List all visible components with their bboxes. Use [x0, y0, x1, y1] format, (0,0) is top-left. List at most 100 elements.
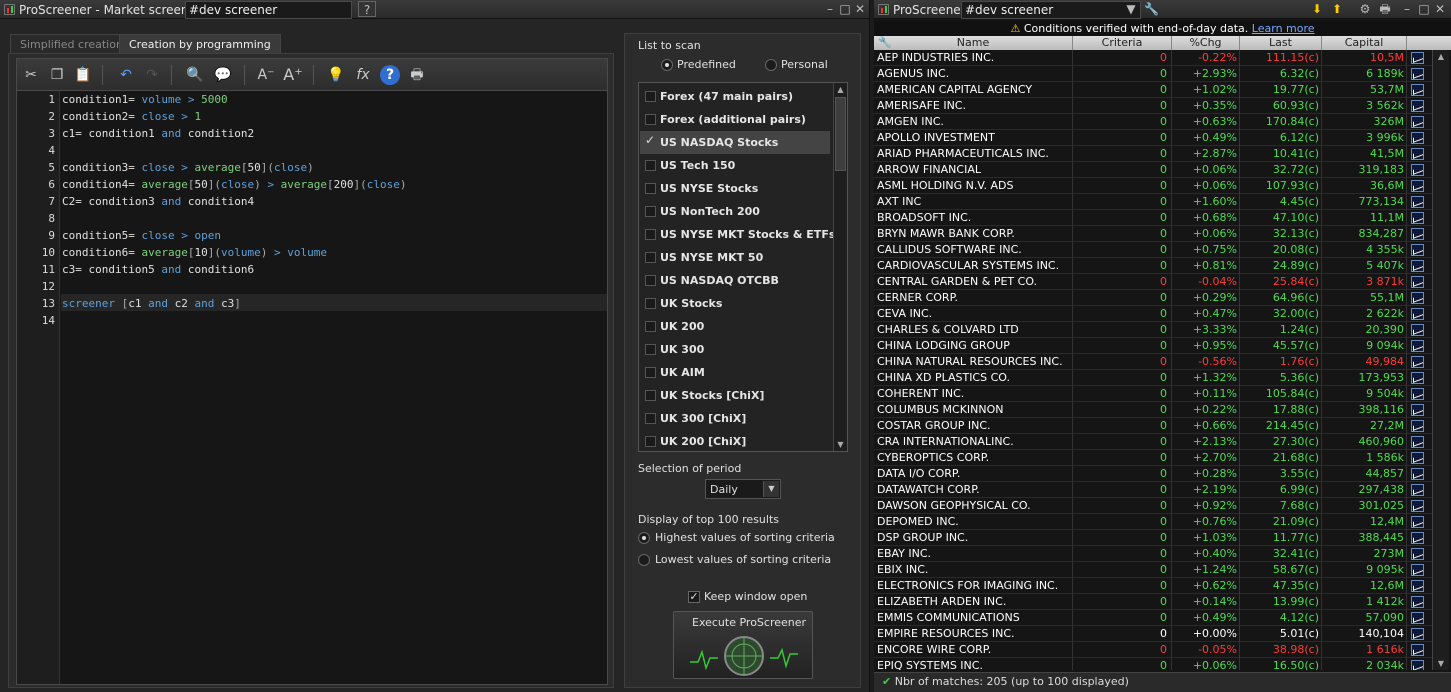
table-row[interactable]: ARIAD PHARMACEUTICALS INC. 0 +2.87% 10.41(c…	[874, 146, 1434, 162]
scan-list-item[interactable]: ✓ US NASDAQ Stocks	[640, 131, 830, 154]
chart-icon[interactable]	[1409, 290, 1426, 306]
print-icon[interactable]: 🖶	[407, 65, 427, 85]
table-row[interactable]: CYBEROPTICS CORP. 0 +2.70% 21.68(c) 1 586k	[874, 450, 1434, 466]
scan-list-item[interactable]: US NonTech 200	[640, 200, 830, 223]
minimize-icon[interactable]: –	[823, 1, 837, 17]
screener-name-input[interactable]: #dev screener	[185, 1, 352, 19]
predefined-radio[interactable]	[661, 59, 673, 71]
item-checkbox[interactable]	[645, 298, 656, 309]
close-icon[interactable]: ✕	[853, 1, 867, 17]
chevron-down-icon[interactable]: ▼	[1124, 1, 1138, 17]
item-checkbox[interactable]	[645, 436, 656, 447]
table-row[interactable]: AMGEN INC. 0 +0.63% 170.84(c) 326M	[874, 114, 1434, 130]
item-checkbox[interactable]	[645, 344, 656, 355]
code-line[interactable]: c1= condition1 and condition2	[62, 127, 254, 140]
tab-creation-by-programming[interactable]: Creation by programming	[119, 34, 281, 54]
table-row[interactable]: COSTAR GROUP INC. 0 +0.66% 214.45(c) 27,2M	[874, 418, 1434, 434]
item-checkbox[interactable]	[645, 321, 656, 332]
table-row[interactable]: ARROW FINANCIAL 0 +0.06% 32.72(c) 319,183	[874, 162, 1434, 178]
scan-list-item[interactable]: US Tech 150	[640, 154, 830, 177]
sort-down-icon[interactable]: ⬇	[1310, 1, 1324, 17]
scroll-up-icon[interactable]: ▲	[1433, 50, 1449, 63]
column-name[interactable]: 🔧 Name	[874, 36, 1073, 50]
chart-icon[interactable]	[1409, 610, 1426, 626]
results-scrollbar[interactable]: ▲ ▼	[1432, 50, 1449, 670]
personal-radio[interactable]	[765, 59, 777, 71]
tab-simplified-creation[interactable]: Simplified creation	[10, 34, 133, 54]
chart-icon[interactable]	[1409, 450, 1426, 466]
item-checkbox[interactable]	[645, 275, 656, 286]
code-line[interactable]: condition3= close > average[50](close)	[62, 161, 314, 174]
chart-icon[interactable]	[1409, 658, 1426, 670]
scan-list-item[interactable]: UK 200 [ChiX]	[640, 430, 830, 451]
lowest-radio[interactable]	[638, 554, 650, 566]
code-line[interactable]: C2= condition3 and condition4	[62, 195, 254, 208]
code-line[interactable]: screener [c1 and c2 and c3]	[62, 297, 241, 310]
chart-icon[interactable]	[1409, 370, 1426, 386]
chart-icon[interactable]	[1409, 626, 1426, 642]
chart-icon[interactable]	[1409, 546, 1426, 562]
cut-icon[interactable]: ✂	[21, 65, 41, 85]
scan-list[interactable]: Forex (47 main pairs) Forex (additional p…	[638, 82, 848, 452]
scan-list-item[interactable]: Forex (additional pairs)	[640, 108, 830, 131]
chart-icon[interactable]	[1409, 242, 1426, 258]
increase-font-icon[interactable]: A⁺	[283, 65, 303, 85]
code-line[interactable]: condition1= volume > 5000	[62, 93, 228, 106]
column-criteria[interactable]: Criteria	[1073, 36, 1172, 50]
settings-icon[interactable]: ⚙	[1358, 1, 1372, 17]
item-checkbox[interactable]	[645, 114, 656, 125]
item-checkbox[interactable]	[645, 229, 656, 240]
minimize-icon[interactable]: –	[1400, 1, 1414, 17]
table-row[interactable]: EMPIRE RESOURCES INC. 0 +0.00% 5.01(c) 140,1…	[874, 626, 1434, 642]
table-row[interactable]: BRYN MAWR BANK CORP. 0 +0.06% 32.13(c) 834,2…	[874, 226, 1434, 242]
chart-icon[interactable]	[1409, 562, 1426, 578]
item-checkbox[interactable]	[645, 390, 656, 401]
table-row[interactable]: DEPOMED INC. 0 +0.76% 21.09(c) 12,4M	[874, 514, 1434, 530]
lightbulb-icon[interactable]: 💡	[326, 65, 346, 85]
chart-icon[interactable]	[1409, 210, 1426, 226]
chart-icon[interactable]	[1409, 498, 1426, 514]
chart-icon[interactable]	[1409, 594, 1426, 610]
table-row[interactable]: ENCORE WIRE CORP. 0 -0.05% 38.98(c) 1 616k	[874, 642, 1434, 658]
table-row[interactable]: BROADSOFT INC. 0 +0.68% 47.10(c) 11,1M	[874, 210, 1434, 226]
chart-icon[interactable]	[1409, 418, 1426, 434]
chart-icon[interactable]	[1409, 578, 1426, 594]
table-row[interactable]: DATAWATCH CORP. 0 +2.19% 6.99(c) 297,438	[874, 482, 1434, 498]
chart-icon[interactable]	[1409, 466, 1426, 482]
wrench-icon[interactable]: 🔧	[1144, 1, 1159, 17]
table-row[interactable]: EBAY INC. 0 +0.40% 32.41(c) 273M	[874, 546, 1434, 562]
paste-icon[interactable]: 📋	[73, 65, 93, 85]
chart-icon[interactable]	[1409, 530, 1426, 546]
comment-icon[interactable]: 💬	[213, 65, 233, 85]
chart-icon[interactable]	[1409, 386, 1426, 402]
table-row[interactable]: CALLIDUS SOFTWARE INC. 0 +0.75% 20.08(c) 4 3…	[874, 242, 1434, 258]
table-row[interactable]: CARDIOVASCULAR SYSTEMS INC. 0 +0.81% 24.89(…	[874, 258, 1434, 274]
function-icon[interactable]: fx	[353, 65, 373, 85]
scan-list-item[interactable]: US NYSE Stocks	[640, 177, 830, 200]
code-line[interactable]: condition6= average[10](volume) > volume	[62, 246, 327, 259]
chart-icon[interactable]	[1409, 482, 1426, 498]
chart-icon[interactable]	[1409, 82, 1426, 98]
help-icon[interactable]: ?	[358, 1, 376, 17]
maximize-icon[interactable]: □	[838, 1, 852, 17]
chart-icon[interactable]	[1409, 130, 1426, 146]
undo-icon[interactable]: ↶	[116, 65, 136, 85]
scan-list-scrollbar[interactable]: ▲ ▼	[833, 83, 847, 451]
column-chg[interactable]: %Chg	[1172, 36, 1240, 50]
highest-radio[interactable]	[638, 532, 650, 544]
code-line[interactable]: condition4= average[50](close) > average…	[62, 178, 406, 191]
table-row[interactable]: CRA INTERNATIONALINC. 0 +2.13% 27.30(c) 460,…	[874, 434, 1434, 450]
chart-icon[interactable]	[1409, 194, 1426, 210]
table-row[interactable]: CEVA INC. 0 +0.47% 32.00(c) 2 622k	[874, 306, 1434, 322]
scroll-down-icon[interactable]: ▼	[834, 438, 847, 451]
results-screener-select[interactable]: #dev screener	[961, 1, 1141, 19]
print-icon[interactable]: 🖶	[1378, 1, 1392, 17]
table-row[interactable]: AMERISAFE INC. 0 +0.35% 60.93(c) 3 562k	[874, 98, 1434, 114]
table-row[interactable]: CERNER CORP. 0 +0.29% 64.96(c) 55,1M	[874, 290, 1434, 306]
chart-icon[interactable]	[1409, 98, 1426, 114]
item-checkbox[interactable]	[645, 91, 656, 102]
scan-list-item[interactable]: UK 200	[640, 315, 830, 338]
chart-icon[interactable]	[1409, 354, 1426, 370]
learn-more-link[interactable]: Learn more	[1252, 22, 1315, 35]
item-checkbox[interactable]	[645, 206, 656, 217]
